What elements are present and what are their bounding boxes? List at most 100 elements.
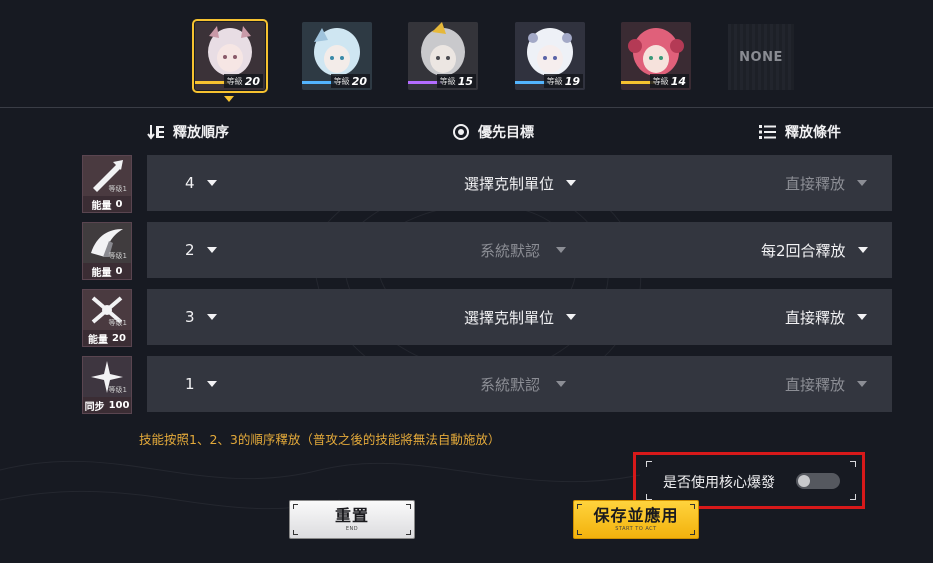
target-icon (453, 124, 469, 140)
level-value: 20 (244, 74, 260, 88)
condition-value: 直接釋放 (785, 308, 846, 327)
skill-badge: 等级1 (108, 386, 127, 394)
corner-mark (646, 461, 652, 467)
skill-icon-2: 等级1 能量 0 (82, 222, 132, 280)
cost-value: 0 (115, 198, 123, 210)
toggle-knob (798, 475, 810, 487)
skill-cost: 能量 0 (83, 263, 131, 279)
order-dropdown[interactable]: 4 (185, 155, 217, 211)
chevron-down-icon (857, 180, 868, 186)
cost-value: 20 (112, 332, 126, 344)
condition-dropdown[interactable]: 直接釋放 (785, 155, 868, 211)
cost-label: 能量 (91, 200, 112, 212)
level-label: 等級 (226, 76, 243, 86)
character-slot-1[interactable]: 等級 20 (192, 19, 268, 93)
order-dropdown[interactable]: 1 (185, 356, 217, 412)
skill-badge: 等级1 (108, 185, 127, 193)
target-value: 系統默認 (480, 375, 541, 394)
reset-button-sublabel: END (345, 526, 359, 532)
order-value: 4 (185, 174, 195, 192)
skill-row-3: 3 選擇克制單位 直接釋放 (147, 289, 892, 345)
character-slot-2[interactable]: 等級 20 (302, 22, 372, 90)
level-tag: 等級 20 (223, 74, 263, 88)
header-label: 優先目標 (478, 125, 534, 141)
skill-icon-4: 等级1 同步 100 (82, 356, 132, 414)
character-slot-3[interactable]: 等級 15 (408, 22, 478, 90)
skill-cost: 同步 100 (83, 397, 131, 413)
save-button-label: 保存並應用 (593, 506, 679, 525)
header-priority-target: 優先目標 (452, 122, 534, 142)
level-tag: 等級 20 (330, 74, 370, 88)
target-dropdown[interactable]: 系統默認 (480, 356, 567, 412)
save-apply-button[interactable]: 保存並應用 START TO ACT (573, 500, 699, 539)
release-order-hint: 技能按照1、2、3的順序釋放（普攻之後的技能將無法自動施放） (139, 432, 501, 447)
save-button-sublabel: START TO ACT (615, 526, 657, 532)
condition-dropdown[interactable]: 直接釋放 (785, 356, 868, 412)
target-value: 系統默認 (480, 241, 541, 260)
condition-value: 每2回合釋放 (761, 241, 846, 260)
level-tag: 等級 15 (436, 74, 476, 88)
chevron-down-icon (206, 247, 217, 253)
level-value: 14 (670, 74, 686, 88)
sort-order-icon (147, 125, 164, 140)
cost-label: 同步 (84, 401, 105, 413)
corner-mark (577, 530, 582, 535)
condition-dropdown[interactable]: 每2回合釋放 (761, 222, 868, 278)
chevron-down-icon (857, 381, 868, 387)
skill-badge: 等级1 (108, 252, 127, 260)
corner-mark (293, 504, 298, 509)
order-value: 2 (185, 241, 195, 259)
character-bar: 等級 20 等級 20 等級 15 等級 19 等級 14 NONE (0, 0, 933, 108)
target-dropdown[interactable]: 系統默認 (480, 222, 567, 278)
target-dropdown[interactable]: 選擇克制單位 (464, 289, 577, 345)
order-value: 1 (185, 375, 195, 393)
level-value: 20 (351, 74, 367, 88)
corner-mark (293, 530, 298, 535)
chevron-down-icon (857, 314, 868, 320)
level-label: 等級 (546, 76, 563, 86)
corner-mark (850, 461, 856, 467)
chevron-down-icon (206, 314, 217, 320)
level-tag: 等級 14 (649, 74, 689, 88)
corner-mark (406, 530, 411, 535)
empty-character-slot[interactable]: NONE (728, 24, 794, 90)
character-slot-5[interactable]: 等級 14 (621, 22, 691, 90)
skill-row-4: 1 系統默認 直接釋放 (147, 356, 892, 412)
order-dropdown[interactable]: 2 (185, 222, 217, 278)
chevron-down-icon (566, 180, 577, 186)
chevron-down-icon (556, 381, 567, 387)
level-value: 19 (564, 74, 580, 88)
skill-icon-3: 等级1 能量 20 (82, 289, 132, 347)
target-dropdown[interactable]: 選擇克制單位 (464, 155, 577, 211)
chevron-down-icon (566, 314, 577, 320)
chevron-down-icon (857, 247, 868, 253)
list-icon (759, 125, 776, 139)
corner-mark (406, 504, 411, 509)
corner-mark (850, 494, 856, 500)
reset-button[interactable]: 重置 END (289, 500, 415, 539)
skill-row-1: 4 選擇克制單位 直接釋放 (147, 155, 892, 211)
order-dropdown[interactable]: 3 (185, 289, 217, 345)
level-label: 等級 (652, 76, 669, 86)
core-burst-label: 是否使用核心爆發 (663, 475, 775, 491)
chevron-down-icon (556, 247, 567, 253)
header-label: 釋放順序 (173, 125, 229, 141)
cost-value: 0 (115, 265, 123, 277)
level-label: 等級 (333, 76, 350, 86)
header-label: 釋放條件 (785, 125, 841, 141)
core-burst-toggle[interactable] (796, 473, 840, 489)
header-release-order: 釋放順序 (147, 122, 229, 142)
cost-label: 能量 (91, 267, 112, 279)
corner-mark (690, 530, 695, 535)
selected-indicator-icon (224, 96, 234, 102)
condition-dropdown[interactable]: 直接釋放 (785, 289, 868, 345)
level-tag: 等級 19 (543, 74, 583, 88)
level-label: 等級 (439, 76, 456, 86)
skill-cost: 能量 0 (83, 196, 131, 212)
cost-value: 100 (108, 399, 130, 411)
character-slot-4[interactable]: 等級 19 (515, 22, 585, 90)
chevron-down-icon (206, 381, 217, 387)
condition-value: 直接釋放 (785, 174, 846, 193)
skill-icon-1: 等级1 能量 0 (82, 155, 132, 213)
skill-row-2: 2 系統默認 每2回合釋放 (147, 222, 892, 278)
